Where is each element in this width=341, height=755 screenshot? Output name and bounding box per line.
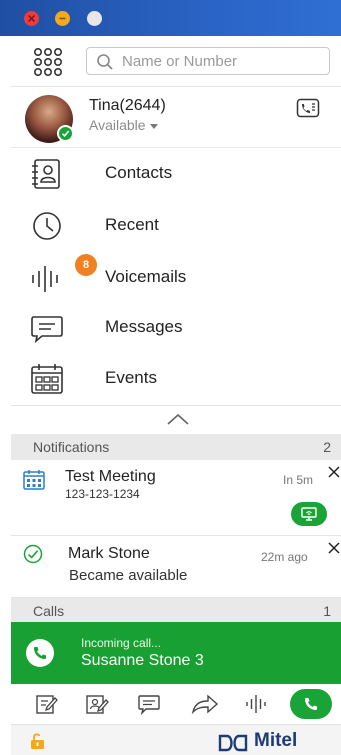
- notification-item[interactable]: Test Meeting 123-123-1234 In 5m: [11, 460, 341, 536]
- nav-events[interactable]: Events: [11, 353, 341, 405]
- search-icon: [97, 54, 113, 70]
- call-notes-button[interactable]: [35, 693, 61, 715]
- waveform-icon: [246, 695, 266, 713]
- presence-status-label: Available: [89, 117, 146, 133]
- calls-title: Calls: [33, 603, 65, 619]
- dismiss-notification-button[interactable]: [327, 465, 341, 479]
- profile-row[interactable]: Tina(2644) Available: [11, 86, 341, 148]
- footer: Mitel: [11, 724, 341, 755]
- notification-time: 22m ago: [261, 550, 308, 564]
- brand-name: Mitel: [254, 730, 298, 751]
- calls-header: Calls 1: [11, 598, 341, 624]
- close-icon: [27, 14, 36, 23]
- nav-voicemails-label: Voicemails: [105, 267, 187, 286]
- notifications-count: 2: [323, 439, 331, 455]
- minimize-icon: [59, 17, 66, 20]
- nav-recent-label: Recent: [105, 215, 159, 234]
- mitel-logo-icon: [218, 734, 248, 752]
- notification-time: In 5m: [283, 473, 314, 487]
- chat-button[interactable]: [137, 693, 163, 716]
- answer-call-icon: [305, 698, 317, 710]
- dialpad-button[interactable]: [33, 47, 63, 77]
- minimize-window-button[interactable]: [55, 11, 70, 26]
- avatar[interactable]: [25, 95, 74, 143]
- clock-icon: [29, 210, 65, 242]
- desk-phone-mode-button[interactable]: [296, 98, 320, 118]
- forward-call-button[interactable]: [191, 693, 219, 715]
- nav-recent[interactable]: Recent: [11, 200, 341, 252]
- nav-contacts-label: Contacts: [105, 163, 173, 182]
- answer-call-button[interactable]: [290, 689, 332, 719]
- calendar-icon: [29, 363, 65, 395]
- check-circle-icon: [23, 544, 43, 569]
- nav-messages-label: Messages: [105, 317, 183, 336]
- notifications-header: Notifications 2: [11, 434, 341, 460]
- notifications-title: Notifications: [33, 439, 110, 455]
- contact-note-icon: [86, 695, 109, 714]
- call-toolbar: [11, 684, 341, 724]
- contacts-book-icon: [29, 158, 65, 190]
- voicemail-waveform-icon: 8: [29, 254, 97, 294]
- notification-item[interactable]: Mark Stone Became available 22m ago: [11, 537, 341, 598]
- profile-name: Tina(2644): [89, 97, 166, 114]
- collapse-menu-button[interactable]: [11, 405, 341, 433]
- contact-notes-button[interactable]: [85, 693, 111, 715]
- join-meeting-button[interactable]: [291, 502, 327, 526]
- notification-title: Test Meeting: [65, 468, 156, 485]
- presence-badge: [57, 125, 74, 142]
- calendar-icon: [23, 470, 45, 495]
- maximize-window-button[interactable]: [87, 11, 102, 26]
- send-to-voicemail-button[interactable]: [244, 693, 270, 715]
- search-bar: [11, 36, 341, 86]
- forward-arrow-icon: [191, 694, 219, 715]
- nav-contacts[interactable]: Contacts: [11, 148, 341, 200]
- notification-subtitle: Became available: [69, 567, 188, 584]
- calls-count: 1: [323, 603, 331, 619]
- incoming-call-label: Incoming call...: [81, 636, 162, 650]
- voicemail-count-badge: 8: [75, 254, 97, 276]
- title-bar: [0, 0, 341, 36]
- dialpad-grid-icon: [33, 47, 62, 76]
- incoming-call-banner[interactable]: Incoming call... Susanne Stone 3: [11, 622, 341, 684]
- incoming-call-icon: [26, 639, 54, 667]
- dismiss-notification-button[interactable]: [327, 541, 341, 555]
- close-icon: [328, 466, 340, 478]
- presence-status-dropdown[interactable]: Available: [89, 117, 158, 133]
- search-input[interactable]: [122, 51, 322, 71]
- notification-subtitle: 123-123-1234: [65, 487, 140, 501]
- screen-share-icon: [301, 507, 317, 521]
- chat-bubble-icon: [138, 695, 160, 716]
- nav-voicemails[interactable]: 8 Voicemails: [11, 252, 341, 304]
- close-icon: [328, 542, 340, 554]
- nav-messages[interactable]: Messages: [11, 302, 341, 354]
- close-window-button[interactable]: [24, 11, 39, 26]
- check-icon: [61, 130, 70, 137]
- desk-phone-icon: [296, 98, 320, 118]
- caret-down-icon: [149, 123, 158, 129]
- caller-name: Susanne Stone 3: [81, 652, 204, 669]
- unlock-icon[interactable]: [29, 732, 47, 755]
- nav-events-label: Events: [105, 368, 157, 387]
- chat-bubble-icon: [29, 312, 65, 344]
- notification-title: Mark Stone: [68, 545, 150, 562]
- edit-note-icon: [36, 695, 58, 714]
- chevron-up-icon: [167, 413, 189, 425]
- search-field[interactable]: [86, 47, 330, 75]
